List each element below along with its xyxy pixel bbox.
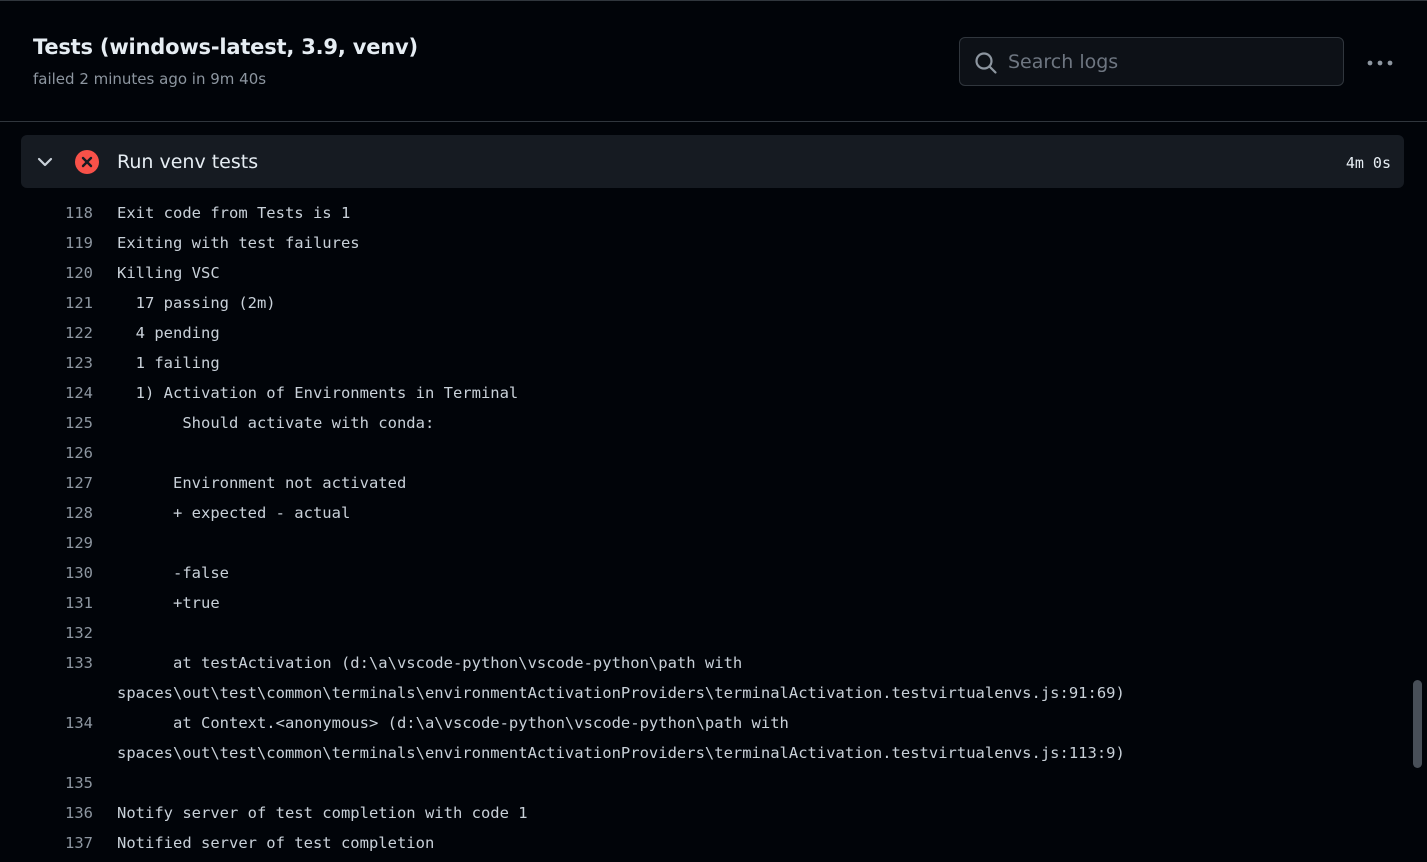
log-line-number[interactable]: 134 — [0, 708, 93, 738]
log-lines: 117118 Exit code from Tests is 1 119 Exitin… — [0, 188, 1400, 858]
search-icon — [975, 52, 997, 74]
log-line: 120 Killing VSC — [0, 258, 1400, 288]
log-line-text: + expected - actual — [117, 504, 351, 522]
log-line-text: 4 pending — [117, 324, 220, 342]
log-line-number[interactable]: 122 — [0, 318, 93, 348]
log-line-text: 1) Activation of Environments in Termina… — [117, 384, 519, 402]
kebab-horizontal-icon — [1367, 60, 1393, 66]
log-line: 136 Notify server of test completion with… — [0, 798, 1400, 828]
log-line: 126 — [0, 438, 1400, 468]
log-line-text: Notified server of test completion — [117, 834, 435, 852]
log-line-text: spaces\out\test\common\terminals\environ… — [117, 744, 1125, 762]
log-line-text: spaces\out\test\common\terminals\environ… — [117, 684, 1125, 702]
log-line: 117 — [0, 188, 1400, 198]
chevron-down-icon[interactable] — [35, 152, 55, 172]
log-line-number[interactable]: 127 — [0, 468, 93, 498]
log-line: 129 — [0, 528, 1400, 558]
job-title: Tests (windows-latest, 3.9, venv) — [33, 35, 418, 59]
more-options-button[interactable] — [1362, 49, 1398, 77]
job-header: Tests (windows-latest, 3.9, venv) failed… — [0, 1, 1427, 122]
log-line: 121 17 passing (2m) — [0, 288, 1400, 318]
log-line: 133 at testActivation (d:\a\vscode-pytho… — [0, 648, 1400, 678]
search-logs-input[interactable] — [1008, 46, 1328, 78]
log-line-number[interactable]: 137 — [0, 828, 93, 858]
log-line: spaces\out\test\common\terminals\environ… — [0, 738, 1400, 768]
log-line-text: Killing VSC — [117, 264, 220, 282]
log-line: 123 1 failing — [0, 348, 1400, 378]
log-line: 124 1) Activation of Environments in Ter… — [0, 378, 1400, 408]
log-line-text: +true — [117, 594, 220, 612]
log-line-number[interactable]: 126 — [0, 438, 93, 468]
log-line-number[interactable]: 120 — [0, 258, 93, 288]
step-header-run-venv-tests[interactable]: Run venv tests 4m 0s — [21, 135, 1404, 188]
log-line-text: Should activate with conda: — [117, 414, 435, 432]
x-circle-fill-icon — [75, 150, 99, 174]
log-line: 130 -false — [0, 558, 1400, 588]
log-line: 127 Environment not activated — [0, 468, 1400, 498]
log-line-text: Exit code from Tests is 1 — [117, 204, 351, 222]
log-output: 117118 Exit code from Tests is 1 119 Exitin… — [0, 188, 1427, 862]
log-line: 128 + expected - actual — [0, 498, 1400, 528]
log-line: 137 Notified server of test completion — [0, 828, 1400, 858]
log-line: 132 — [0, 618, 1400, 648]
log-line-number[interactable]: 131 — [0, 588, 93, 618]
log-line: 122 4 pending — [0, 318, 1400, 348]
log-line-text: at testActivation (d:\a\vscode-python\vs… — [117, 654, 743, 672]
log-scrollbar-thumb[interactable] — [1413, 680, 1422, 768]
log-line: 119 Exiting with test failures — [0, 228, 1400, 258]
log-line-number[interactable]: 132 — [0, 618, 93, 648]
log-line-number[interactable]: 118 — [0, 198, 93, 228]
log-line-text: 1 failing — [117, 354, 220, 372]
log-line: 118 Exit code from Tests is 1 — [0, 198, 1400, 228]
log-line: 134 at Context.<anonymous> (d:\a\vscode-… — [0, 708, 1400, 738]
log-line-text: -false — [117, 564, 229, 582]
log-line-text: Notify server of test completion with co… — [117, 804, 528, 822]
log-line-number[interactable]: 136 — [0, 798, 93, 828]
log-line-text: at Context.<anonymous> (d:\a\vscode-pyth… — [117, 714, 789, 732]
log-line-text: 17 passing (2m) — [117, 294, 276, 312]
log-line: 131 +true — [0, 588, 1400, 618]
log-line-number[interactable]: 121 — [0, 288, 93, 318]
log-line-number[interactable]: 135 — [0, 768, 93, 798]
log-line: 135 — [0, 768, 1400, 798]
log-line-text: Environment not activated — [117, 474, 407, 492]
log-line-number[interactable]: 130 — [0, 558, 93, 588]
job-log-page: Tests (windows-latest, 3.9, venv) failed… — [0, 0, 1427, 862]
log-line-text: Exiting with test failures — [117, 234, 360, 252]
step-duration: 4m 0s — [1345, 154, 1391, 172]
log-line-number[interactable]: 125 — [0, 408, 93, 438]
step-name: Run venv tests — [117, 151, 259, 173]
log-line-number[interactable]: 123 — [0, 348, 93, 378]
log-line-number[interactable]: 133 — [0, 648, 93, 678]
log-line-number[interactable]: 129 — [0, 528, 93, 558]
log-line-number[interactable]: 124 — [0, 378, 93, 408]
log-line: spaces\out\test\common\terminals\environ… — [0, 678, 1400, 708]
job-status-summary: failed 2 minutes ago in 9m 40s — [33, 70, 267, 88]
log-line: 125 Should activate with conda: — [0, 408, 1400, 438]
log-line-number[interactable]: 117 — [0, 188, 93, 198]
log-line-number[interactable]: 119 — [0, 228, 93, 258]
search-logs-box[interactable] — [959, 37, 1344, 86]
log-line-number[interactable]: 128 — [0, 498, 93, 528]
